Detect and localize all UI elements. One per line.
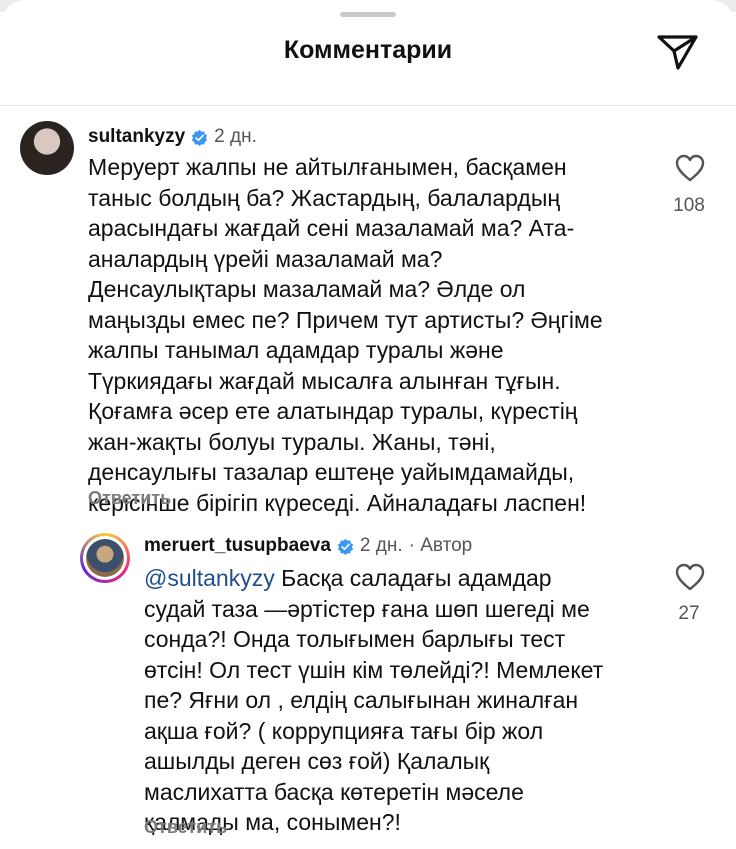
avatar-photo <box>86 539 124 577</box>
comment-time: 2 дн. <box>359 535 403 556</box>
verified-badge-icon <box>337 538 354 555</box>
heart-icon[interactable] <box>675 154 705 182</box>
share-icon[interactable] <box>656 32 700 72</box>
comment-username[interactable]: meruert_tusupbaeva <box>144 535 331 557</box>
comment-body: Басқа саладағы адамдар судай таза —әртіс… <box>144 565 604 835</box>
verified-badge-icon <box>192 129 208 146</box>
comment-text: @sultankyzy Басқа саладағы адамдар судай… <box>144 563 644 838</box>
comment-meta: sultankyzy 2 дн. <box>88 126 257 148</box>
header-divider <box>0 105 736 106</box>
page-title: Комментарии <box>283 36 453 64</box>
reply-button[interactable]: Ответить <box>144 817 227 838</box>
reply-button[interactable]: Ответить <box>88 488 171 509</box>
comments-sheet: Комментарии sultankyzy 2 дн. Меруерт жал… <box>0 0 736 849</box>
author-tag: · Автор <box>408 535 473 556</box>
like-count: 27 <box>678 603 700 624</box>
mention-link[interactable]: @sultankyzy <box>144 565 275 591</box>
comment-username[interactable]: sultankyzy <box>88 126 185 148</box>
comment-time: 2 дн. <box>214 126 257 147</box>
avatar[interactable] <box>20 121 74 175</box>
comment-text: Меруерт жалпы не айтылғанымен, басқамен … <box>88 154 603 516</box>
sheet-grabber[interactable] <box>340 12 396 17</box>
heart-icon[interactable] <box>675 563 705 591</box>
avatar[interactable] <box>80 533 130 583</box>
like-count: 108 <box>673 195 705 216</box>
comment-meta: meruert_tusupbaeva 2 дн. · Автор <box>144 535 472 557</box>
